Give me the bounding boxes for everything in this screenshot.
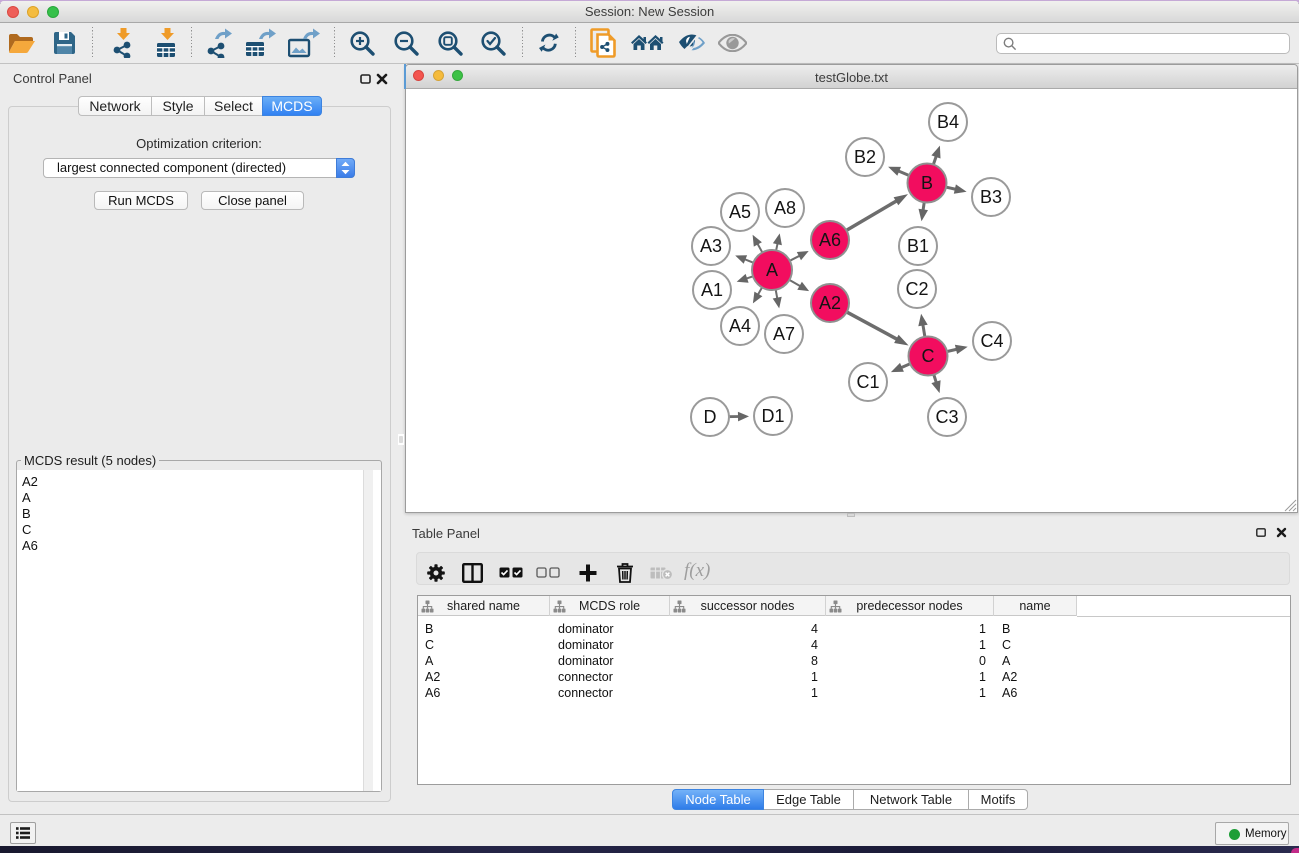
svg-text:C: C [922, 346, 935, 366]
svg-text:A2: A2 [819, 293, 841, 313]
svg-text:D: D [704, 407, 717, 427]
svg-text:A3: A3 [700, 236, 722, 256]
svg-text:A1: A1 [701, 280, 723, 300]
svg-text:C3: C3 [935, 407, 958, 427]
svg-text:B: B [921, 173, 933, 193]
svg-text:C1: C1 [856, 372, 879, 392]
svg-text:B4: B4 [937, 112, 959, 132]
svg-text:B2: B2 [854, 147, 876, 167]
svg-text:C2: C2 [905, 279, 928, 299]
svg-text:A8: A8 [774, 198, 796, 218]
svg-text:B1: B1 [907, 236, 929, 256]
svg-text:A5: A5 [729, 202, 751, 222]
svg-text:D1: D1 [761, 406, 784, 426]
svg-text:B3: B3 [980, 187, 1002, 207]
svg-text:A: A [766, 260, 778, 280]
svg-text:C4: C4 [980, 331, 1003, 351]
svg-text:A6: A6 [819, 230, 841, 250]
svg-text:A7: A7 [773, 324, 795, 344]
svg-text:A4: A4 [729, 316, 751, 336]
